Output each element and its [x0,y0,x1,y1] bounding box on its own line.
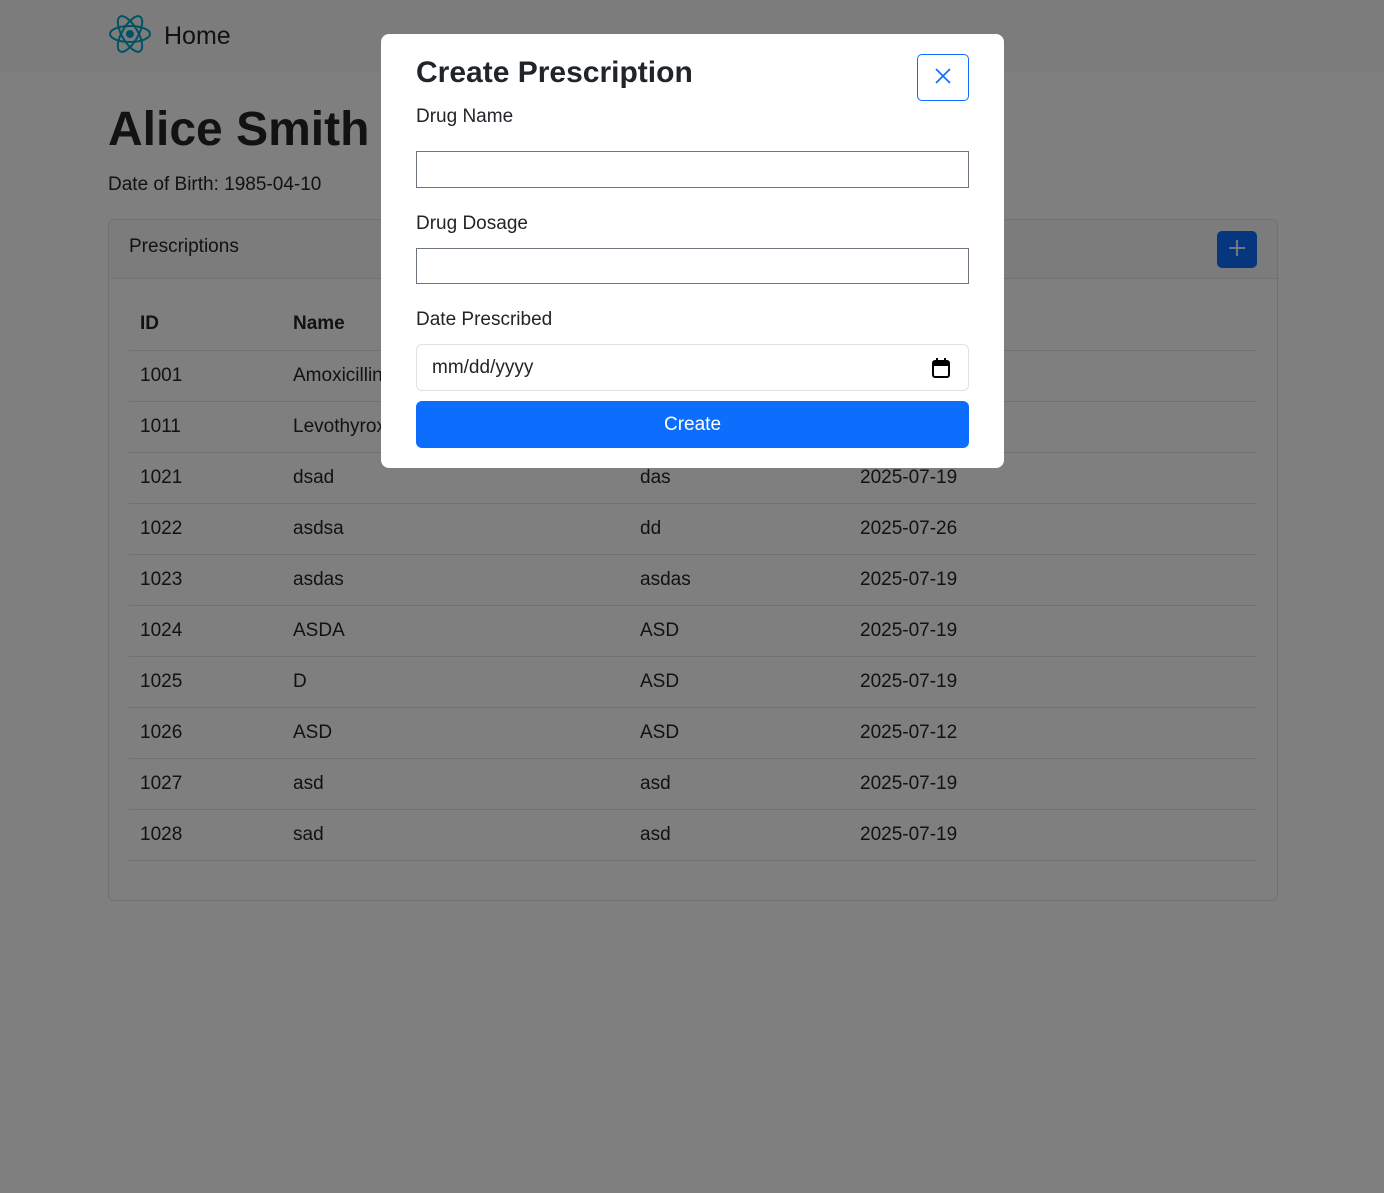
create-prescription-modal: Create Prescription Drug Name Drug Dosag… [381,34,1004,468]
drug-dosage-label: Drug Dosage [416,213,528,234]
drug-name-input[interactable] [416,151,969,188]
drug-name-label: Drug Name [416,106,514,127]
date-prescribed-label: Date Prescribed [416,309,553,330]
create-button[interactable]: Create [416,401,969,448]
drug-dosage-input[interactable] [416,248,969,284]
close-button[interactable] [917,54,969,101]
date-prescribed-input[interactable]: mm/dd/yyyy [416,344,969,391]
modal-title: Create Prescription [416,56,693,89]
close-icon [934,67,952,88]
calendar-icon[interactable] [932,358,950,383]
date-placeholder: mm/dd/yyyy [432,357,534,378]
